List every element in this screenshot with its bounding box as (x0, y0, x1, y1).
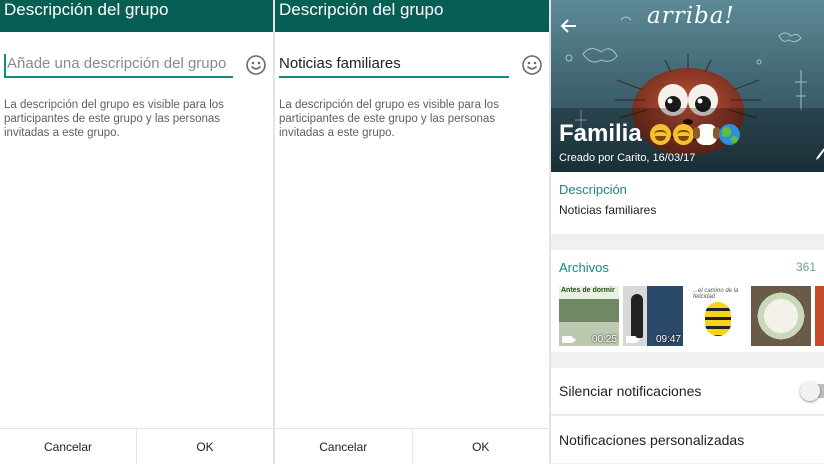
smiling-face-icon (672, 123, 694, 145)
description-field-row (279, 54, 543, 78)
custom-notifications-row[interactable]: Notificaciones personalizadas (551, 416, 824, 463)
dialog-actions: Cancelar OK (275, 428, 549, 464)
group-name: Familia (559, 120, 740, 148)
app-bar: Descripción del grupo (275, 0, 549, 32)
media-thumbnail[interactable]: ...el camino de la felicidad (687, 286, 747, 346)
files-header[interactable]: Archivos 361 (559, 260, 816, 275)
media-thumbnail[interactable] (815, 286, 824, 346)
globe-icon (718, 123, 740, 145)
ok-button[interactable]: OK (136, 429, 273, 464)
media-thumbnail[interactable]: Antes de dormir 00:25 (559, 286, 619, 346)
group-description-screen-empty: Descripción del grupo La descripción del… (0, 0, 273, 464)
smiling-face-icon (649, 123, 671, 145)
ok-button[interactable]: OK (411, 429, 550, 464)
group-created-info: Creado por Carito, 16/03/17 (559, 152, 696, 164)
files-title: Archivos (559, 260, 609, 275)
dog-face-icon (692, 123, 720, 145)
thumbnail-caption: Antes de dormir (561, 287, 615, 294)
video-duration: 00:25 (591, 334, 617, 345)
screen-title: Descripción del grupo (279, 0, 444, 19)
group-info-screen: arriba! Familia Creado por Carito, 16/03… (551, 0, 824, 464)
mute-notifications-row[interactable]: Silenciar notificaciones (551, 368, 824, 415)
smiley-face-icon[interactable] (521, 54, 543, 76)
description-hint: La descripción del grupo es visible para… (279, 99, 499, 139)
person-figure (631, 294, 643, 338)
mute-notifications-label: Silenciar notificaciones (559, 383, 702, 399)
custom-notifications-label: Notificaciones personalizadas (559, 431, 745, 448)
media-thumbnail[interactable]: 09:47 (623, 286, 683, 346)
video-camera-icon (626, 336, 640, 343)
video-camera-icon (562, 336, 576, 343)
app-bar: Descripción del grupo (0, 0, 273, 32)
cancel-button[interactable]: Cancelar (0, 429, 136, 464)
cancel-button[interactable]: Cancelar (275, 429, 412, 464)
description-text: Noticias familiares (559, 203, 657, 217)
description-field-row (4, 54, 267, 78)
screen-title: Descripción del grupo (4, 0, 169, 19)
media-thumbnails: Antes de dormir 00:25 09:47 ...el camino… (559, 286, 824, 346)
files-section: Archivos 361 Antes de dormir 00:25 09:47… (551, 250, 824, 352)
description-hint: La descripción del grupo es visible para… (4, 99, 224, 139)
mute-notifications-toggle[interactable] (800, 381, 824, 401)
description-section[interactable]: Descripción Noticias familiares (551, 172, 824, 234)
description-input[interactable] (4, 54, 233, 78)
bee-illustration (705, 302, 731, 336)
video-duration: 09:47 (655, 334, 681, 345)
media-thumbnail[interactable] (751, 286, 811, 346)
description-input[interactable] (279, 54, 509, 78)
thumbnail-caption: ...el camino de la felicidad (693, 288, 739, 300)
group-name-text: Familia (559, 120, 642, 147)
arrow-left-icon[interactable] (559, 16, 579, 36)
description-title: Descripción (559, 182, 627, 197)
group-description-screen-filled: Descripción del grupo La descripción del… (275, 0, 549, 464)
group-header-image[interactable]: arriba! Familia Creado por Carito, 16/03… (551, 0, 824, 172)
dialog-actions: Cancelar OK (0, 428, 273, 464)
files-count: 361 (795, 260, 816, 274)
smiley-face-icon[interactable] (245, 54, 267, 76)
header-art-text: arriba! (647, 3, 735, 29)
pencil-icon[interactable] (816, 148, 824, 160)
